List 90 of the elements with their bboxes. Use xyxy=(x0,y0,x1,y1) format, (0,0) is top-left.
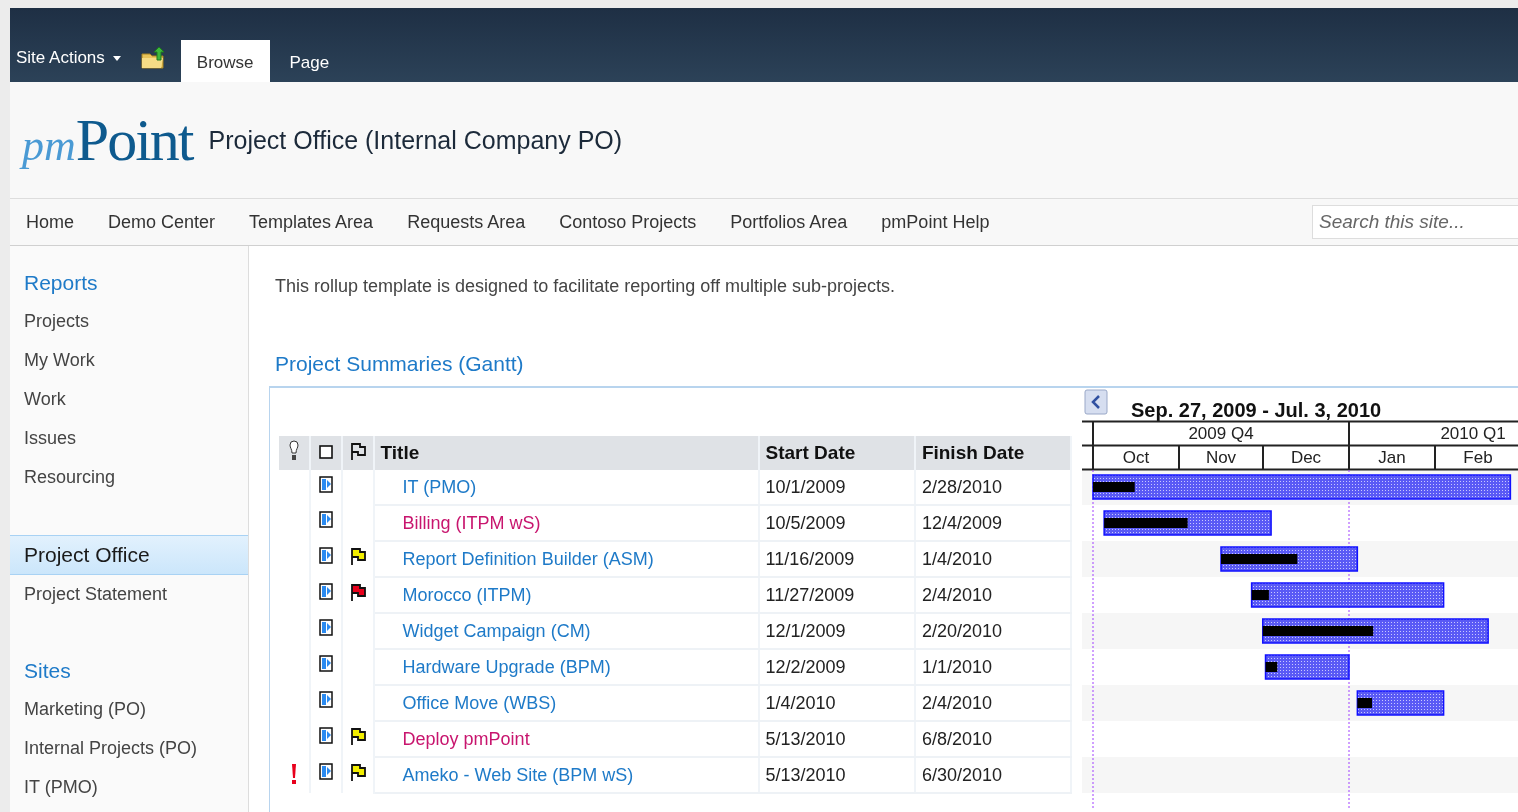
sidebar-item[interactable]: Marketing (PO) xyxy=(10,690,248,729)
search-field[interactable]: Search this site... xyxy=(1312,205,1518,239)
column-header[interactable]: Start Date xyxy=(758,436,915,470)
document-icon[interactable] xyxy=(318,691,333,708)
nav-link[interactable]: Requests Area xyxy=(407,211,526,233)
date-cell: 2/4/2010 xyxy=(914,577,1071,613)
date-cell: 2/20/2010 xyxy=(914,613,1071,649)
sidebar-item[interactable]: Project Statement xyxy=(10,575,248,614)
project-link[interactable]: Billing (ITPM wS) xyxy=(402,512,541,533)
nav-link[interactable]: Contoso Projects xyxy=(559,211,697,233)
sidebar-heading[interactable]: Project Office xyxy=(10,535,248,575)
date-cell: 6/8/2010 xyxy=(914,721,1071,757)
project-link[interactable]: IT (PMO) xyxy=(402,476,477,497)
caret-icon xyxy=(112,55,121,61)
date-cell: 12/1/2009 xyxy=(758,613,915,649)
month-label: Nov xyxy=(1205,448,1237,467)
nav-link[interactable]: pmPoint Help xyxy=(881,211,990,233)
project-link[interactable]: Office Move (WBS) xyxy=(402,692,557,713)
project-link[interactable]: Widget Campaign (CM) xyxy=(402,620,591,641)
flag-icon xyxy=(349,763,366,781)
sidebar-heading[interactable]: Reports xyxy=(10,264,248,302)
column-header[interactable]: Title xyxy=(373,436,759,470)
date-cell: 11/16/2009 xyxy=(758,541,915,577)
gantt-bar[interactable] xyxy=(1092,474,1512,500)
date-cell: 5/13/2010 xyxy=(758,721,915,757)
gantt-bar[interactable] xyxy=(1264,654,1350,680)
flag-icon xyxy=(349,727,366,745)
date-cell: 2/28/2010 xyxy=(914,470,1071,505)
site-actions-menu[interactable]: Site Actions xyxy=(10,38,127,78)
sidebar-item[interactable]: Internal Projects (PO) xyxy=(10,729,248,768)
sidebar-item[interactable]: My Work xyxy=(10,341,248,380)
checkbox-icon[interactable] xyxy=(318,445,333,459)
gantt-bar[interactable] xyxy=(1356,690,1445,716)
date-cell: 10/1/2009 xyxy=(758,470,915,505)
project-link[interactable]: Hardware Upgrade (BPM) xyxy=(402,656,611,677)
folder-up-icon[interactable] xyxy=(140,46,167,70)
project-link[interactable]: Morocco (ITPM) xyxy=(402,584,532,605)
document-icon[interactable] xyxy=(318,619,333,636)
quarter-label: 2009 Q4 xyxy=(1188,424,1254,443)
nav-link[interactable]: Templates Area xyxy=(249,211,374,233)
month-label: Feb xyxy=(1463,448,1493,467)
sidebar-item[interactable]: Projects xyxy=(10,302,248,341)
date-cell: 11/27/2009 xyxy=(758,577,915,613)
project-link[interactable]: Deploy pmPoint xyxy=(402,728,530,749)
sidebar-heading[interactable]: Sites xyxy=(10,652,248,690)
date-cell: 12/2/2009 xyxy=(758,649,915,685)
gantt-bar[interactable] xyxy=(1262,618,1489,644)
ribbon-tab[interactable]: Browse xyxy=(180,40,270,82)
date-cell: 12/4/2009 xyxy=(914,505,1071,541)
nav-link[interactable]: Portfolios Area xyxy=(730,211,848,233)
document-icon[interactable] xyxy=(318,511,333,528)
document-icon[interactable] xyxy=(318,547,333,564)
ribbon-tab[interactable]: Page xyxy=(273,40,346,82)
date-cell: 10/5/2009 xyxy=(758,505,915,541)
section-title[interactable]: Project Summaries (Gantt) xyxy=(275,352,1518,376)
month-label: Jan xyxy=(1378,448,1406,467)
project-link[interactable]: Report Definition Builder (ASM) xyxy=(402,548,654,569)
sidebar-item[interactable]: Issues xyxy=(10,419,248,458)
flag-icon xyxy=(349,547,366,565)
gantt-bar[interactable] xyxy=(1220,546,1359,572)
gantt-bar[interactable] xyxy=(1250,582,1445,608)
document-icon[interactable] xyxy=(318,763,333,780)
sidebar-item[interactable]: Resourcing xyxy=(10,458,248,497)
date-cell: 1/1/2010 xyxy=(914,649,1071,685)
project-link[interactable]: Ameko - Web Site (BPM wS) xyxy=(402,764,634,785)
date-range-title: Sep. 27, 2009 - Jul. 3, 2010 xyxy=(1131,399,1382,421)
date-cell: 2/4/2010 xyxy=(914,685,1071,721)
date-cell: 5/13/2010 xyxy=(758,757,915,793)
document-icon[interactable] xyxy=(318,476,333,493)
nav-link[interactable]: Home xyxy=(26,211,74,233)
site-title: Project Office (Internal Company PO) xyxy=(208,125,623,155)
document-icon[interactable] xyxy=(318,727,333,744)
scroll-left-button[interactable] xyxy=(1084,389,1108,415)
nav-link[interactable]: Demo Center xyxy=(108,211,216,233)
description-text: This rollup template is designed to facilitate reporting off multiple sub-projects. xyxy=(275,276,896,297)
sidebar-item[interactable]: Work xyxy=(10,380,248,419)
bulb-icon xyxy=(288,439,299,462)
quarter-label: 2010 Q1 xyxy=(1440,424,1506,443)
flag-icon xyxy=(349,441,366,460)
gantt-bar[interactable] xyxy=(1103,510,1272,536)
sidebar-item[interactable]: IT (PMO) xyxy=(10,768,248,807)
flag-icon xyxy=(349,583,366,601)
month-label: Oct xyxy=(1122,448,1150,467)
date-cell: 1/4/2010 xyxy=(914,541,1071,577)
document-icon[interactable] xyxy=(318,583,333,600)
date-cell: 6/30/2010 xyxy=(914,757,1071,793)
date-cell: 1/4/2010 xyxy=(758,685,915,721)
month-label: Dec xyxy=(1290,448,1322,467)
document-icon[interactable] xyxy=(318,655,333,672)
column-header[interactable]: Finish Date xyxy=(914,436,1071,470)
